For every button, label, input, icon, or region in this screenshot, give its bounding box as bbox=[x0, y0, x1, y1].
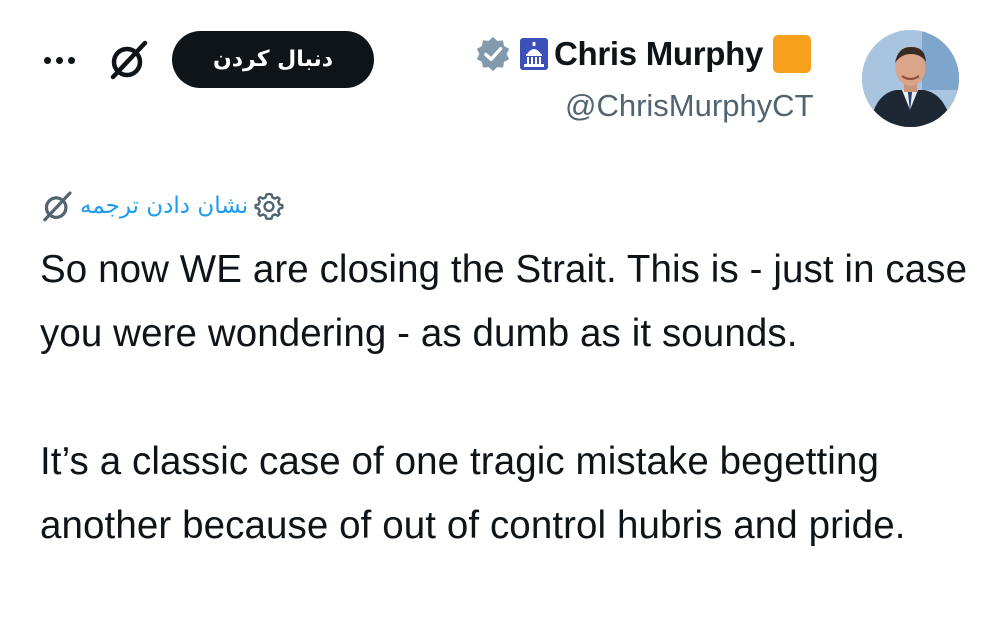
translate-row[interactable]: نشان دادن ترجمه bbox=[40, 186, 284, 226]
capitol-building-icon bbox=[520, 38, 548, 70]
tweet-text: So now WE are closing the Strait. This i… bbox=[40, 238, 970, 558]
author-avatar[interactable] bbox=[862, 30, 959, 127]
ellipsis-dot bbox=[67, 56, 75, 64]
follow-button-label: دنبال کردن bbox=[212, 47, 334, 72]
avatar-portrait bbox=[862, 30, 959, 127]
tweet-paragraph: So now WE are closing the Strait. This i… bbox=[40, 248, 968, 355]
grok-icon bbox=[110, 40, 148, 80]
grok-icon bbox=[43, 191, 72, 222]
more-options-button[interactable] bbox=[36, 40, 82, 80]
show-translation-link[interactable]: نشان دادن ترجمه bbox=[80, 193, 248, 219]
ellipsis-dot bbox=[43, 56, 51, 64]
orange-square-icon bbox=[773, 35, 812, 73]
follow-button[interactable]: دنبال کردن bbox=[172, 31, 374, 88]
tweet-paragraph: It’s a classic case of one tragic mistak… bbox=[40, 440, 906, 547]
gear-icon bbox=[254, 192, 284, 220]
ellipsis-dot bbox=[55, 56, 63, 64]
author-display-name[interactable]: Chris Murphy bbox=[554, 35, 763, 73]
author-name-row[interactable]: Chris Murphy bbox=[474, 32, 812, 76]
verified-badge-icon bbox=[476, 36, 510, 72]
author-handle[interactable]: @ChrisMurphyCT bbox=[565, 88, 814, 124]
grok-button[interactable] bbox=[104, 36, 152, 84]
